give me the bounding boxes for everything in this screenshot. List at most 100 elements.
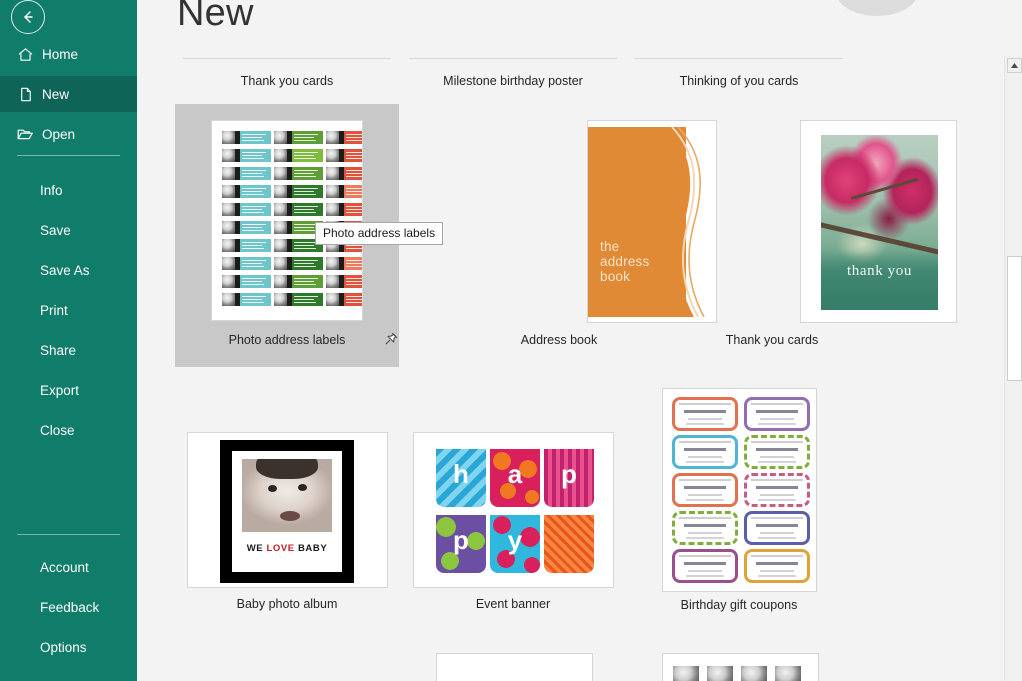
thumbnail-photo <box>741 666 767 681</box>
account-avatar[interactable] <box>835 0 919 16</box>
sidebar-item-label: Export <box>40 382 80 398</box>
caption-pre: WE <box>246 543 267 554</box>
template-tile-partial-1[interactable] <box>436 653 593 681</box>
happy-event-banner: h a p p y <box>414 433 613 587</box>
birthday-gift-coupons-sheet <box>663 389 816 591</box>
sidebar-item-new[interactable]: New <box>0 76 137 112</box>
mouth <box>280 511 300 521</box>
sidebar-item-close[interactable]: Close <box>0 412 137 448</box>
sidebar-item-label: Close <box>40 422 75 438</box>
page-title: New <box>177 0 254 34</box>
coupon <box>744 549 810 583</box>
coupon <box>672 549 738 583</box>
card-photo: thank you <box>821 135 938 310</box>
template-tile-event-banner[interactable]: h a p p y Event banner <box>401 420 625 620</box>
sidebar-item-share[interactable]: Share <box>0 332 137 368</box>
template-tile-birthday-gift-coupons[interactable]: Birthday gift coupons <box>627 380 851 620</box>
baby-photo-album-cover: WE LOVE BABY <box>188 433 387 587</box>
template-thumbnail: WE LOVE BABY <box>187 432 388 588</box>
baby-photo <box>242 459 332 532</box>
home-icon <box>8 46 42 63</box>
new-document-pane: New Thank you cards Milestone birthday p… <box>137 0 1022 681</box>
coupon <box>744 397 810 431</box>
scrollbar-thumb[interactable] <box>1007 256 1022 381</box>
template-name: Address book <box>520 333 598 347</box>
caption-accent: LOVE <box>266 543 295 554</box>
sidebar-item-open[interactable]: Open <box>0 116 137 152</box>
banner-letter: y <box>507 525 523 555</box>
card-text: thank you <box>847 263 912 279</box>
thumbnail-photo <box>673 666 699 681</box>
template-thumbnail <box>211 120 363 321</box>
caption-band <box>821 250 938 310</box>
sidebar-divider-bottom <box>17 534 120 535</box>
coupon <box>672 435 738 469</box>
sidebar-item-label: New <box>42 86 70 102</box>
open-folder-icon <box>8 125 42 143</box>
sidebar-item-print[interactable]: Print <box>0 292 137 328</box>
sidebar-item-save-as[interactable]: Save As <box>0 252 137 288</box>
sidebar-item-info[interactable]: Info <box>0 172 137 208</box>
sidebar-item-label: Print <box>40 302 68 318</box>
coupon <box>744 473 810 507</box>
tile-bottom-edge <box>635 58 843 59</box>
sidebar-item-home[interactable]: Home <box>0 36 137 72</box>
template-thumbnail: thank you <box>800 120 957 323</box>
coupon <box>744 435 810 469</box>
scroll-up-arrow-icon[interactable] <box>1007 58 1022 73</box>
tile-bottom-edge <box>409 58 617 59</box>
pin-icon[interactable] <box>383 331 401 349</box>
template-name: Thank you cards <box>725 333 819 347</box>
template-name: Milestone birthday poster <box>443 74 583 88</box>
banner-letter: p <box>561 459 577 489</box>
new-document-icon <box>8 86 42 103</box>
photo-address-labels-sheet <box>212 121 362 320</box>
template-tile-thank-you-cards[interactable]: thank you Thank you cards <box>660 104 957 367</box>
template-name: Baby photo album <box>236 597 338 611</box>
banner-letter: h <box>453 459 469 489</box>
sidebar-item-options[interactable]: Options <box>0 629 137 665</box>
banner-pennant: h <box>436 449 486 507</box>
sidebar-item-export[interactable]: Export <box>0 372 137 408</box>
template-name: Event banner <box>475 597 551 611</box>
vertical-scrollbar[interactable] <box>1004 56 1022 681</box>
back-button[interactable] <box>11 0 45 34</box>
thumbnail-photo <box>707 666 733 681</box>
sidebar-item-label: Home <box>42 46 79 62</box>
sidebar-item-label: Account <box>40 559 89 575</box>
thank-you-floral-card: thank you <box>801 121 956 322</box>
template-thumbnail <box>662 388 817 592</box>
template-tile-baby-photo-album[interactable]: WE LOVE BABY Baby photo album <box>175 420 399 620</box>
sidebar-item-feedback[interactable]: Feedback <box>0 589 137 625</box>
cover-title: the address book <box>600 239 650 284</box>
sidebar-item-account[interactable]: Account <box>0 549 137 585</box>
template-tile-address-book[interactable]: the address book Address book <box>447 104 717 367</box>
sidebar-item-label: Save As <box>40 262 90 278</box>
thumbnail-photo <box>775 666 801 681</box>
backstage-sidebar: Home New Open Info Save Save As Print Sh… <box>0 0 137 681</box>
tooltip: Photo address labels <box>315 222 444 245</box>
template-name: Thinking of you cards <box>679 74 799 88</box>
sidebar-item-label: Open <box>42 126 76 142</box>
sidebar-item-label: Save <box>40 222 71 238</box>
cover-caption: WE LOVE BABY <box>232 543 342 554</box>
hair <box>256 459 318 479</box>
template-name: Thank you cards <box>240 74 334 88</box>
eye <box>268 485 277 492</box>
sidebar-item-save[interactable]: Save <box>0 212 137 248</box>
eye <box>298 484 307 491</box>
caption-post: BABY <box>294 543 328 554</box>
sidebar-item-label: Feedback <box>40 599 100 615</box>
coupon <box>672 397 738 431</box>
sidebar-item-label: Options <box>40 639 87 655</box>
sidebar-item-label: Info <box>40 182 63 198</box>
template-name: Birthday gift coupons <box>680 598 798 612</box>
tile-bottom-edge <box>183 58 391 59</box>
banner-pennant <box>544 515 594 573</box>
coupon <box>672 473 738 507</box>
banner-pennant: y <box>490 515 540 573</box>
banner-pennant: p <box>436 515 486 573</box>
template-tile-partial-2[interactable] <box>662 653 819 681</box>
coupon <box>744 511 810 545</box>
coupon <box>672 511 738 545</box>
